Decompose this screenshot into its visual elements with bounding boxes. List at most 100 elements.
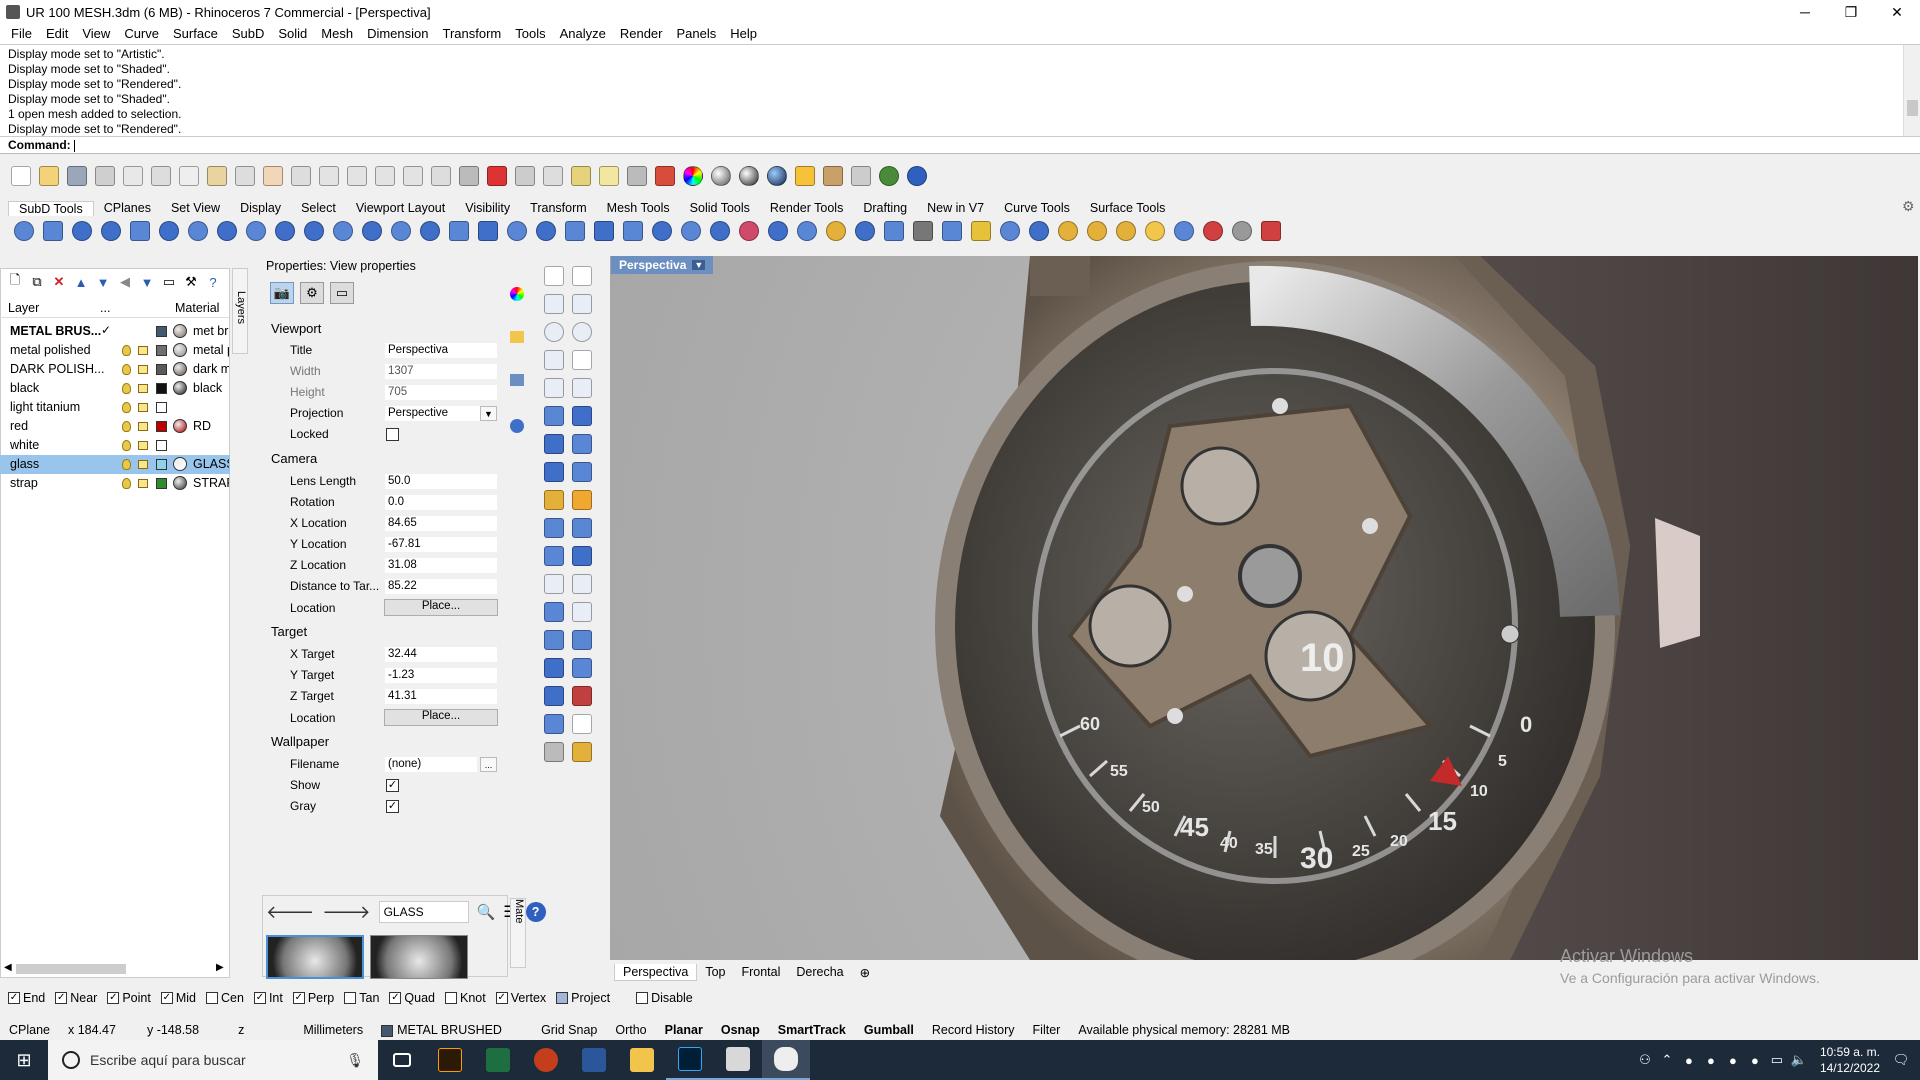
viewport-title-tab[interactable]: Perspectiva ▼ <box>611 256 714 274</box>
rendered-sphere-button[interactable] <box>736 163 762 189</box>
close-button[interactable]: ✕ <box>1874 0 1920 24</box>
new-file-button[interactable] <box>8 163 34 189</box>
point-filter-button[interactable] <box>512 163 538 189</box>
tab-top[interactable]: Top <box>697 964 733 980</box>
subd-tool-icon[interactable] <box>329 218 357 244</box>
osnap-checkbox[interactable]: ✓ <box>160 992 173 1004</box>
material-sphere-icon[interactable] <box>173 381 187 395</box>
tab-solid-tools[interactable]: Solid Tools <box>680 201 760 215</box>
illustrator-icon[interactable] <box>426 1040 474 1080</box>
lightbulb-icon[interactable] <box>122 421 131 432</box>
rotate-icon[interactable] <box>568 570 596 598</box>
osnap-knot[interactable]: Knot <box>445 991 486 1005</box>
y-target-field[interactable]: -1.23 <box>384 667 498 684</box>
filename-field[interactable]: (none) <box>384 756 478 773</box>
arc-icon[interactable] <box>540 346 568 374</box>
history-scrollbar[interactable] <box>1903 45 1920 137</box>
menu-view[interactable]: View <box>75 26 117 41</box>
grid-button[interactable] <box>540 163 566 189</box>
tray-app-icon[interactable]: ● <box>1744 1053 1766 1068</box>
x-target-field[interactable]: 32.44 <box>384 646 498 663</box>
z-location-field[interactable]: 31.08 <box>384 557 498 574</box>
layers-vertical-tab[interactable]: Layers <box>232 268 248 354</box>
menu-help[interactable]: Help <box>723 26 764 41</box>
subd-tool-icon[interactable] <box>1141 218 1169 244</box>
osnap-toggle[interactable]: Osnap <box>712 1023 769 1037</box>
render-button[interactable] <box>764 163 790 189</box>
trim-icon[interactable] <box>540 514 568 542</box>
lightbulb-icon[interactable] <box>122 402 131 413</box>
locked-checkbox[interactable] <box>386 428 399 441</box>
task-view-icon[interactable] <box>378 1040 426 1080</box>
gear-icon[interactable] <box>540 486 568 514</box>
scroll-thumb[interactable] <box>16 964 126 974</box>
render-icon[interactable] <box>568 738 596 766</box>
zoom-extents-button[interactable] <box>372 163 398 189</box>
ortho-toggle[interactable]: Ortho <box>606 1023 655 1037</box>
gear-icon[interactable]: ⚙ <box>1902 198 1915 215</box>
layers-hscrollbar[interactable]: ◀ ▶ <box>4 962 224 976</box>
scroll-left-icon[interactable]: ◀ <box>4 962 12 973</box>
subd-tool-icon[interactable] <box>213 218 241 244</box>
select-arrow-icon[interactable] <box>540 262 568 290</box>
lightbulb-icon[interactable] <box>122 459 131 470</box>
delete-layer-icon[interactable]: ✕ <box>50 273 68 291</box>
mesh-icon[interactable] <box>568 458 596 486</box>
windows-start-icon[interactable]: ⊞ <box>0 1040 48 1080</box>
point-icon[interactable] <box>568 262 596 290</box>
x-location-field[interactable]: 84.65 <box>384 515 498 532</box>
command-line[interactable]: Command: <box>0 136 1920 154</box>
surface-icon[interactable] <box>540 402 568 430</box>
layer-color-swatch[interactable] <box>156 459 167 470</box>
osnap-vertex[interactable]: ✓ Vertex <box>495 991 546 1005</box>
tab-curve-tools[interactable]: Curve Tools <box>994 201 1080 215</box>
lock-icon[interactable] <box>138 403 148 412</box>
tab-new-in-v7[interactable]: New in V7 <box>917 201 994 215</box>
subd-tool-icon[interactable] <box>1083 218 1111 244</box>
subd-tool-icon[interactable] <box>1025 218 1053 244</box>
tab-derecha[interactable]: Derecha <box>788 964 851 980</box>
layer-color-swatch[interactable] <box>156 326 167 337</box>
layer-row[interactable]: red RD <box>0 417 230 436</box>
osnap-checkbox[interactable]: ✓ <box>389 992 402 1004</box>
layer-row[interactable]: METAL BRUS... ✓ met br <box>0 322 230 341</box>
material-thumbnail[interactable] <box>370 935 468 979</box>
app-icon[interactable] <box>714 1040 762 1080</box>
material-thumbnail[interactable] <box>266 935 364 979</box>
subd-tool-icon[interactable] <box>184 218 212 244</box>
person-icon[interactable]: ⚇ <box>1634 1052 1656 1068</box>
material-sphere-icon[interactable] <box>173 457 187 471</box>
dimension-button[interactable] <box>848 163 874 189</box>
polygon-icon[interactable] <box>540 374 568 402</box>
record-history-toggle[interactable]: Record History <box>923 1023 1024 1037</box>
material-search-field[interactable]: GLASS <box>378 901 469 923</box>
subd-tool-icon[interactable] <box>68 218 96 244</box>
menu-tools[interactable]: Tools <box>508 26 552 41</box>
camera-icon[interactable]: 📷 <box>270 282 294 304</box>
tray-app-icon[interactable]: ● <box>1678 1053 1700 1068</box>
show-checkbox[interactable]: ✓ <box>386 779 399 792</box>
scale-icon[interactable] <box>568 598 596 626</box>
forward-arrow-icon[interactable]: 🡒 <box>322 902 370 923</box>
surface-icon[interactable] <box>568 402 596 430</box>
polyline-icon[interactable] <box>540 290 568 318</box>
paste-icon[interactable] <box>540 710 568 738</box>
subd-tool-icon[interactable] <box>996 218 1024 244</box>
z-target-field[interactable]: 41.31 <box>384 688 498 705</box>
subd-tool-icon[interactable] <box>706 218 734 244</box>
subd-tool-icon[interactable] <box>300 218 328 244</box>
analyze-icon[interactable] <box>568 682 596 710</box>
help-button[interactable] <box>904 163 930 189</box>
light-button[interactable] <box>596 163 622 189</box>
add-viewport-icon[interactable]: ⊕ <box>852 964 878 981</box>
chevron-down-icon[interactable]: ▼ <box>480 406 497 421</box>
osnap-checkbox[interactable]: ✓ <box>495 992 508 1004</box>
layer-row[interactable]: metal polished metal p <box>0 341 230 360</box>
osnap-perp[interactable]: ✓ Perp <box>292 991 334 1005</box>
menu-subd[interactable]: SubD <box>225 26 272 41</box>
folder-icon[interactable] <box>510 331 524 343</box>
menu-surface[interactable]: Surface <box>166 26 225 41</box>
osnap-quad[interactable]: ✓ Quad <box>389 991 435 1005</box>
tab-display[interactable]: Display <box>230 201 291 215</box>
network-icon[interactable]: ▭ <box>1766 1052 1788 1068</box>
